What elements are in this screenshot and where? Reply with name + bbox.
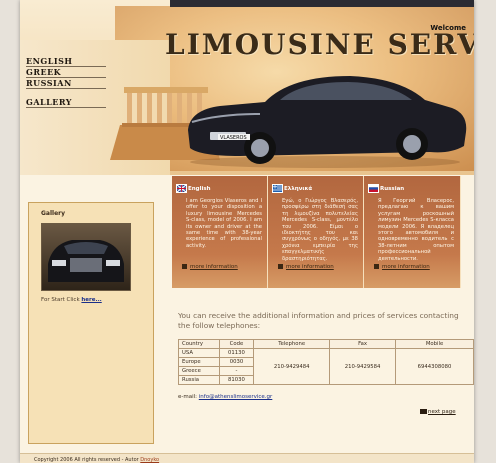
col-fax: Fax bbox=[329, 339, 397, 349]
table-header-row: Country Code Telephone Fax Mobile bbox=[178, 339, 474, 349]
russian-box: Russian Я Георгий Власерос, предлагаю к … bbox=[364, 176, 461, 288]
contact-intro: You can receive the additional informati… bbox=[178, 311, 459, 330]
greek-box-header: Ελληνικά bbox=[268, 180, 363, 193]
country-cell: USA bbox=[178, 348, 220, 358]
start-label: For Start Click bbox=[41, 297, 80, 303]
russian-box-text: Я Георгий Власерос, предлагаю к вашим ус… bbox=[378, 198, 454, 262]
page: Welcome LIMOUSINE SERVICE VLASEROS bbox=[20, 0, 474, 463]
phones-table: Country Code Telephone Fax Mobile USA 01… bbox=[178, 339, 474, 385]
more-info-icon bbox=[182, 264, 187, 269]
next-page-icon bbox=[420, 409, 427, 414]
more-info-icon bbox=[278, 264, 283, 269]
email-link[interactable]: info@athenslimoservice.gr bbox=[199, 394, 273, 400]
gallery-thumbnail[interactable] bbox=[41, 223, 131, 291]
russian-more-link[interactable]: more information bbox=[382, 264, 430, 270]
header: Welcome LIMOUSINE SERVICE VLASEROS bbox=[20, 0, 474, 175]
telephone-cell: 210-9429484 bbox=[253, 348, 331, 385]
english-more-link[interactable]: more information bbox=[190, 264, 238, 270]
code-cell: - bbox=[218, 366, 255, 376]
code-cell: 81030 bbox=[218, 375, 255, 385]
start-text: For Start Click here... bbox=[41, 297, 102, 303]
english-box: English I am Georgios Vlaseros and I off… bbox=[172, 176, 268, 288]
code-cell: 0030 bbox=[218, 357, 255, 367]
greek-box-title: Ελληνικά bbox=[284, 186, 313, 192]
col-mobile: Mobile bbox=[395, 339, 474, 349]
author-link[interactable]: Dnoyko bbox=[140, 457, 159, 463]
greek-box: Ελληνικά Εγώ, ο Γιώργος Βλασερός, προσφέ… bbox=[268, 176, 364, 288]
sidebar: Gallery For Start Click here... bbox=[28, 202, 154, 444]
uk-flag-icon bbox=[176, 184, 187, 193]
copyright: Copyright 2006 All rights reserved - Aut… bbox=[34, 457, 159, 463]
nav-gallery[interactable]: GALLERY bbox=[26, 97, 106, 108]
english-box-header: English bbox=[172, 180, 267, 193]
car-illustration: VLASEROS bbox=[188, 76, 467, 168]
russian-box-header: Russian bbox=[364, 180, 459, 193]
site-title: LIMOUSINE SERVICE bbox=[165, 28, 474, 61]
next-page-link[interactable]: next page bbox=[428, 409, 456, 415]
license-plate: VLASEROS bbox=[220, 135, 247, 141]
code-cell: 01130 bbox=[218, 348, 255, 358]
col-telephone: Telephone bbox=[253, 339, 331, 349]
russian-box-title: Russian bbox=[380, 186, 405, 192]
russian-flag-icon bbox=[368, 184, 379, 193]
gallery-title: Gallery bbox=[41, 210, 66, 217]
mobile-cell: 6944308080 bbox=[395, 348, 474, 385]
col-code: Code bbox=[218, 339, 255, 349]
greek-flag-icon bbox=[272, 184, 283, 193]
more-info-icon bbox=[374, 264, 379, 269]
country-cell: Russia bbox=[178, 375, 220, 385]
language-menu: ENGLISH GREEK RUSSIAN GALLERY bbox=[26, 56, 106, 108]
country-cell: Greece bbox=[178, 366, 220, 376]
nav-greek[interactable]: GREEK bbox=[26, 67, 106, 78]
footer: Copyright 2006 All rights reserved - Aut… bbox=[20, 453, 474, 463]
english-box-text: I am Georgios Vlaseros and I offer to yo… bbox=[186, 198, 262, 249]
top-bar bbox=[170, 0, 474, 7]
email-line: e-mail: info@athenslimoservice.gr bbox=[178, 394, 272, 400]
copyright-text: Copyright 2006 All rights reserved - Aut… bbox=[34, 457, 139, 463]
email-label: e-mail: bbox=[178, 394, 198, 400]
fax-cell: 210-9429584 bbox=[329, 348, 397, 385]
car-front-icon bbox=[48, 240, 124, 282]
start-link[interactable]: here... bbox=[81, 297, 101, 303]
english-box-title: English bbox=[188, 186, 211, 192]
greek-box-text: Εγώ, ο Γιώργος Βλασερός, προσφέρω στη δι… bbox=[282, 198, 358, 262]
nav-russian[interactable]: RUSSIAN bbox=[26, 78, 106, 89]
table-row: USA 01130 210-9429484 210-9429584 694430… bbox=[178, 348, 474, 385]
nav-english[interactable]: ENGLISH bbox=[26, 56, 106, 67]
country-cell: Europe bbox=[178, 357, 220, 367]
col-country: Country bbox=[178, 339, 220, 349]
greek-more-link[interactable]: more information bbox=[286, 264, 334, 270]
